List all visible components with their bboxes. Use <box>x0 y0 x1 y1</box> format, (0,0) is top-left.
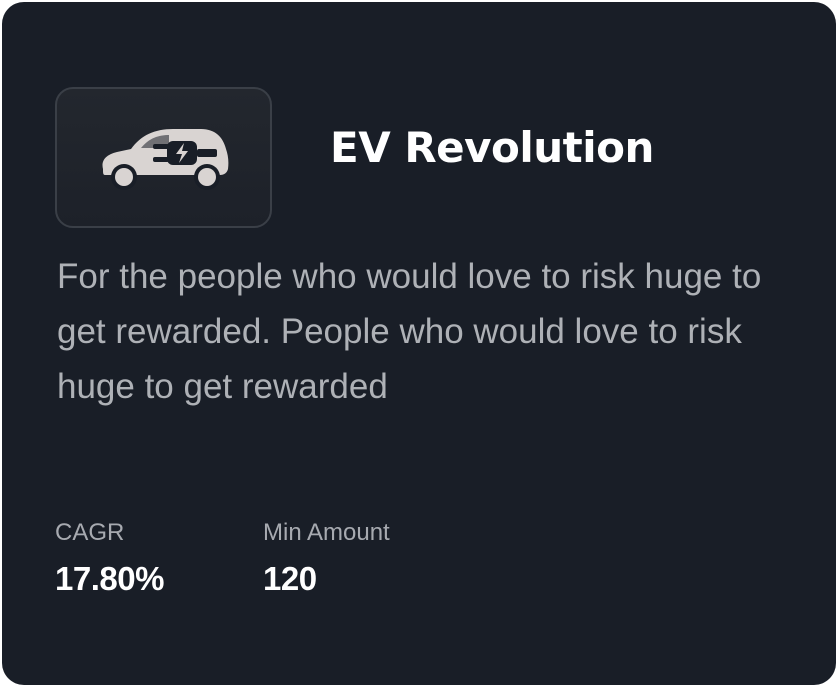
fund-card[interactable]: EV Revolution For the people who would l… <box>2 2 836 685</box>
fund-icon-box <box>55 87 272 228</box>
cagr-stat: CAGR 17.80% <box>55 517 164 599</box>
electric-car-icon <box>102 128 228 190</box>
min-amount-label: Min Amount <box>263 519 390 546</box>
fund-title: EV Revolution <box>330 123 654 172</box>
cagr-label: CAGR <box>55 519 125 546</box>
cagr-value: 17.80% <box>55 560 164 597</box>
min-amount-stat: Min Amount 120 <box>263 517 390 599</box>
min-amount-value: 120 <box>263 560 317 597</box>
fund-description: For the people who would love to risk hu… <box>57 257 762 406</box>
